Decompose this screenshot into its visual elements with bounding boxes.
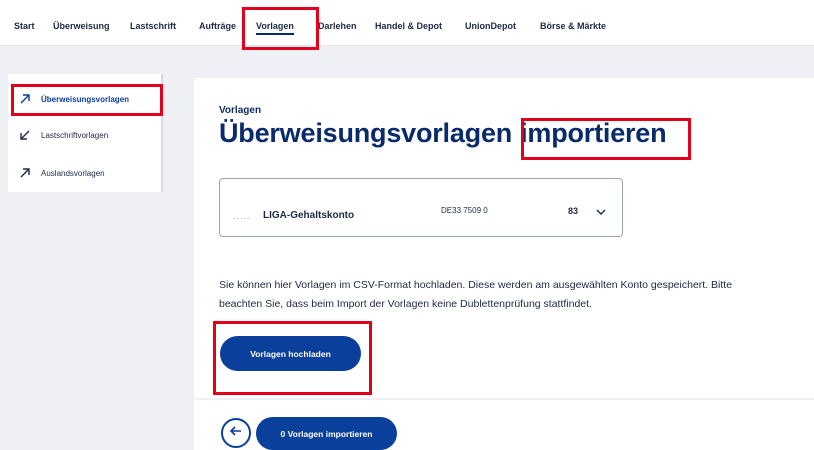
sidebar-item-lastschriftvorlagen[interactable]: Lastschriftvorlagen <box>18 124 108 146</box>
chevron-down-icon[interactable] <box>595 205 607 217</box>
back-button[interactable] <box>221 418 251 448</box>
info-line-2: beachten Sie, dass beim Import der Vorla… <box>219 298 592 310</box>
account-iban: DE33 7509 0 <box>441 206 488 215</box>
nav-ueberweisung[interactable]: Überweisung <box>53 21 110 31</box>
highlight-nav-vorlagen <box>242 7 319 50</box>
highlight-upload-button <box>213 321 372 395</box>
info-line-1: Sie können hier Vorlagen im CSV-Format h… <box>219 279 733 291</box>
top-navigation: Start Überweisung Lastschrift Aufträge V… <box>0 0 814 46</box>
nav-boerse-maerkte[interactable]: Börse & Märkte <box>540 21 606 31</box>
page-title-main: Überweisungsvorlagen <box>219 118 513 148</box>
nav-auftraege[interactable]: Aufträge <box>199 21 236 31</box>
nav-handel-depot[interactable]: Handel & Depot <box>375 21 442 31</box>
highlight-sidebar-ueberweisungsvorlagen <box>11 84 163 116</box>
sidebar-item-auslandsvorlagen[interactable]: Auslandsvorlagen <box>18 162 105 184</box>
sidebar-item-label: Lastschriftvorlagen <box>41 130 109 140</box>
arrow-up-right-icon <box>18 166 32 180</box>
import-templates-button[interactable]: 0 Vorlagen importieren <box>256 417 397 450</box>
arrow-down-left-icon <box>18 128 32 142</box>
account-redacted-placeholder: ..... <box>233 211 251 221</box>
sidebar-item-label: Auslandsvorlagen <box>41 168 105 178</box>
info-text: Sie können hier Vorlagen im CSV-Format h… <box>219 276 814 314</box>
page-eyebrow: Vorlagen <box>219 105 262 116</box>
nav-uniondepot[interactable]: UnionDepot <box>465 21 516 31</box>
highlight-title-importieren <box>521 118 691 160</box>
account-number: 83 <box>568 206 579 216</box>
nav-darlehen[interactable]: Darlehen <box>318 21 357 31</box>
nav-start[interactable]: Start <box>14 21 35 31</box>
arrow-left-icon <box>228 423 244 444</box>
nav-lastschrift[interactable]: Lastschrift <box>130 21 176 31</box>
account-name: LIGA-Gehaltskonto <box>263 210 355 221</box>
account-select[interactable]: ..... LIGA-Gehaltskonto DE33 7509 0 83 <box>219 178 623 237</box>
